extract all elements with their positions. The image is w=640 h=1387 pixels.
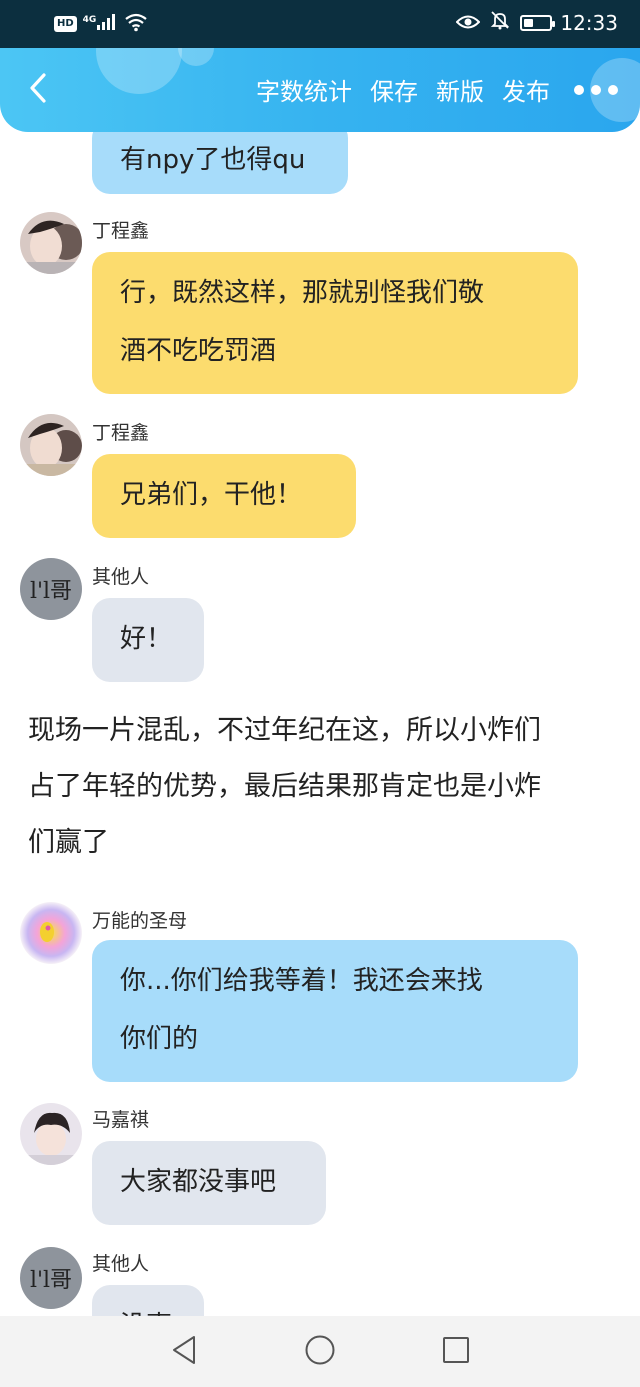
message-text-line: 你...你们给我等着！我还会来找 [120, 966, 483, 996]
sender-name: 马嘉祺 [92, 1109, 150, 1131]
avatar[interactable] [20, 902, 82, 964]
message-bubble[interactable]: 大家都没事吧 [92, 1141, 326, 1225]
sender-name: 万能的圣母 [92, 910, 188, 932]
word-count-button[interactable]: 字数统计 [256, 72, 352, 107]
message-bubble[interactable]: 你...你们给我等着！我还会来找 你们的 [92, 940, 578, 1082]
header-actions: 字数统计 保存 新版 发布 [256, 72, 618, 107]
message-text-line: 行，既然这样，那就别怪我们敬 [120, 278, 485, 308]
avatar[interactable]: l'l哥 [20, 1247, 82, 1309]
decorative-bubble [96, 48, 182, 94]
back-button[interactable] [18, 70, 58, 110]
more-icon[interactable] [574, 84, 618, 95]
message-text: 兄弟们，干他！ [120, 480, 303, 510]
avatar[interactable] [20, 414, 82, 476]
home-circle-icon [304, 1334, 336, 1370]
battery-icon [520, 14, 556, 31]
message-bubble[interactable]: 没事 [92, 1285, 204, 1316]
message-bubble[interactable]: 兄弟们，干他！ [92, 454, 356, 538]
avatar[interactable] [20, 1103, 82, 1165]
sender-name: 其他人 [92, 566, 150, 588]
message-text-line: 酒不吃吃罚酒 [120, 336, 277, 366]
message-text: 好！ [120, 624, 173, 654]
avatar[interactable] [20, 212, 82, 274]
message-bubble[interactable]: 好！ [92, 598, 204, 682]
sender-name: 其他人 [92, 1253, 150, 1275]
clock: 12:33 [560, 10, 618, 35]
network-type: 4G [82, 15, 97, 25]
sender-name: 丁程鑫 [92, 220, 150, 242]
back-triangle-icon [170, 1334, 198, 1370]
nav-recents-button[interactable] [438, 1334, 474, 1370]
message-bubble[interactable]: 行，既然这样，那就别怪我们敬 酒不吃吃罚酒 [92, 252, 578, 394]
bell-off-icon [490, 10, 510, 35]
decorative-bubble [178, 48, 214, 66]
narration-line: 现场一片混乱，不过年纪在这，所以小炸们 [28, 715, 541, 746]
avatar-text: l'l哥 [29, 1268, 73, 1293]
nav-home-button[interactable] [302, 1334, 338, 1370]
narration-line: 占了年轻的优势，最后结果那肯定也是小炸 [28, 771, 541, 802]
message-text: 有npy了也得qu [120, 145, 306, 175]
wifi-icon [124, 12, 148, 36]
save-button[interactable]: 保存 [370, 72, 418, 107]
hd-badge: HD [54, 16, 77, 32]
chat-area[interactable]: 有npy了也得qu 丁程鑫 行，既然这样，那就别怪我们敬 酒不吃吃罚酒 丁程鑫 … [0, 0, 640, 1316]
narration-line: 们赢了 [28, 827, 109, 858]
eye-icon [455, 11, 481, 35]
new-version-button[interactable]: 新版 [436, 72, 484, 107]
recents-square-icon [441, 1335, 471, 1369]
back-icon [28, 72, 48, 108]
title-bar: 字数统计 保存 新版 发布 [0, 48, 640, 132]
narration-text: 现场一片混乱，不过年纪在这，所以小炸们 占了年轻的优势，最后结果那肯定也是小炸 … [28, 703, 618, 871]
avatar[interactable]: l'l哥 [20, 558, 82, 620]
status-right: 12:33 [455, 10, 618, 35]
signal-icon [96, 13, 118, 35]
sender-name: 丁程鑫 [92, 422, 150, 444]
message-text: 大家都没事吧 [120, 1167, 277, 1197]
nav-back-button[interactable] [166, 1334, 202, 1370]
status-bar: HD 4G 12:33 [0, 0, 640, 48]
status-left: HD 4G [54, 12, 148, 36]
system-nav-bar [0, 1316, 640, 1387]
message-text-line: 你们的 [120, 1024, 199, 1054]
publish-button[interactable]: 发布 [502, 72, 550, 107]
avatar-text: l'l哥 [29, 579, 73, 604]
battery-fill [524, 18, 534, 27]
